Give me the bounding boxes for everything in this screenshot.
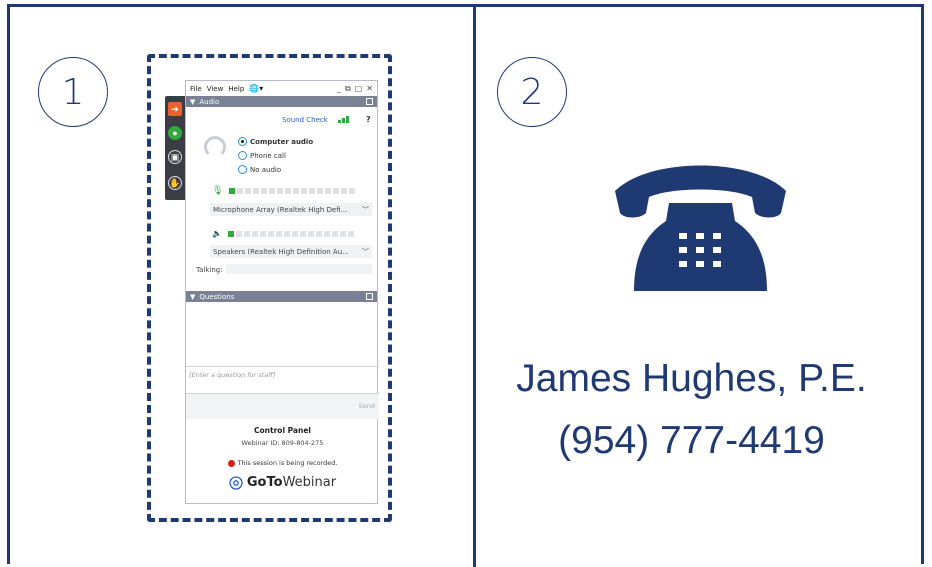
- menu-view[interactable]: View: [207, 85, 224, 93]
- radio-button[interactable]: [238, 151, 247, 160]
- logo-rest: Webinar: [282, 475, 337, 490]
- speakers-select[interactable]: Speakers (Realtek High Definition Au... …: [210, 245, 372, 258]
- radio-computer-audio[interactable]: Computer audio: [238, 137, 313, 146]
- speaker-icon: 🔈: [212, 229, 222, 238]
- microphone-select[interactable]: Microphone Array (Realtek High Defi... ﹀: [210, 203, 372, 216]
- radio-label: Computer audio: [250, 137, 314, 146]
- collapse-box-icon[interactable]: [366, 98, 373, 105]
- collapse-box-icon[interactable]: [366, 293, 373, 300]
- gtw-side-toolbar: ➔ ● ▣ ✋: [165, 96, 185, 200]
- question-input[interactable]: [Enter a question for staff]: [189, 371, 275, 379]
- logo-bold: GoTo: [246, 475, 283, 490]
- talking-label: Talking:: [196, 266, 223, 274]
- panel-divider: [473, 7, 476, 567]
- recording-notice-text: This session is being recorded.: [237, 459, 338, 467]
- collapse-arrow-icon: ▼: [190, 292, 196, 301]
- mic-level-meter: 🎙: [212, 186, 356, 196]
- step-two-badge: 2: [497, 57, 567, 127]
- speakers-select-value: Speakers (Realtek High Definition Au...: [213, 247, 349, 256]
- send-area: Send: [186, 393, 379, 419]
- menu-help[interactable]: Help: [228, 85, 244, 93]
- screen-icon[interactable]: ▣: [168, 150, 182, 164]
- send-button[interactable]: Send: [359, 402, 375, 410]
- restore-icon[interactable]: ▢: [355, 84, 363, 94]
- radio-no-audio[interactable]: No audio: [238, 165, 281, 174]
- webinar-id: Webinar ID: 809-804-275: [241, 439, 324, 447]
- record-dot-icon: [227, 459, 235, 467]
- radio-label: Phone call: [250, 151, 286, 160]
- raise-hand-icon[interactable]: ✋: [168, 176, 182, 190]
- radio-label: No audio: [250, 165, 282, 174]
- contact-phone: (954) 777-4419: [558, 419, 825, 462]
- gotowebinar-logo: GoToWebinar: [186, 475, 379, 490]
- radio-phone-call[interactable]: Phone call: [238, 151, 286, 160]
- microphone-select-value: Microphone Array (Realtek High Defi...: [213, 205, 348, 214]
- popout-icon[interactable]: ⧉: [345, 84, 351, 94]
- audio-section-header[interactable]: ▼ Audio: [186, 96, 377, 107]
- talking-field: [226, 264, 372, 274]
- control-panel-title: Control Panel: [254, 426, 311, 435]
- audio-header-label: Audio: [199, 97, 220, 106]
- recording-notice: This session is being recorded.: [186, 459, 379, 467]
- minimize-icon[interactable]: _: [337, 84, 341, 94]
- menu-file[interactable]: File: [190, 85, 202, 93]
- gtw-menubar: File View Help 🌐▾ _ ⧉ ▢ ✕: [186, 81, 377, 96]
- step-one-badge: 1: [38, 57, 108, 127]
- telephone-icon: [615, 165, 786, 291]
- radio-button[interactable]: [238, 165, 247, 174]
- questions-header-label: Questions: [199, 292, 235, 301]
- collapse-arrow-icon: ▼: [190, 97, 196, 106]
- sound-check-link[interactable]: Sound Check: [282, 116, 328, 124]
- chevron-down-icon: ﹀: [362, 247, 369, 256]
- gtw-footer: Control Panel Webinar ID: 809-804-275 Th…: [186, 419, 379, 490]
- microphone-icon[interactable]: ●: [168, 126, 182, 140]
- chevron-down-icon: ﹀: [362, 205, 369, 214]
- globe-icon[interactable]: 🌐▾: [249, 84, 263, 93]
- questions-log: [186, 303, 379, 367]
- close-icon[interactable]: ✕: [366, 84, 373, 94]
- speaker-level-meter: 🔈: [212, 229, 354, 238]
- microphone-icon: 🎙: [212, 186, 224, 196]
- signal-bars-icon: [338, 116, 349, 123]
- headset-icon: [204, 136, 226, 158]
- radio-button[interactable]: [238, 137, 247, 146]
- questions-section-header[interactable]: ▼ Questions: [186, 291, 377, 302]
- gotowebinar-logo-icon: [229, 475, 243, 490]
- contact-name: James Hughes, P.E.: [516, 357, 867, 400]
- gotowebinar-control-panel: File View Help 🌐▾ _ ⧉ ▢ ✕ ▼ Audio Sound …: [185, 80, 379, 504]
- help-icon[interactable]: ?: [366, 115, 371, 124]
- arrow-right-icon[interactable]: ➔: [168, 102, 182, 116]
